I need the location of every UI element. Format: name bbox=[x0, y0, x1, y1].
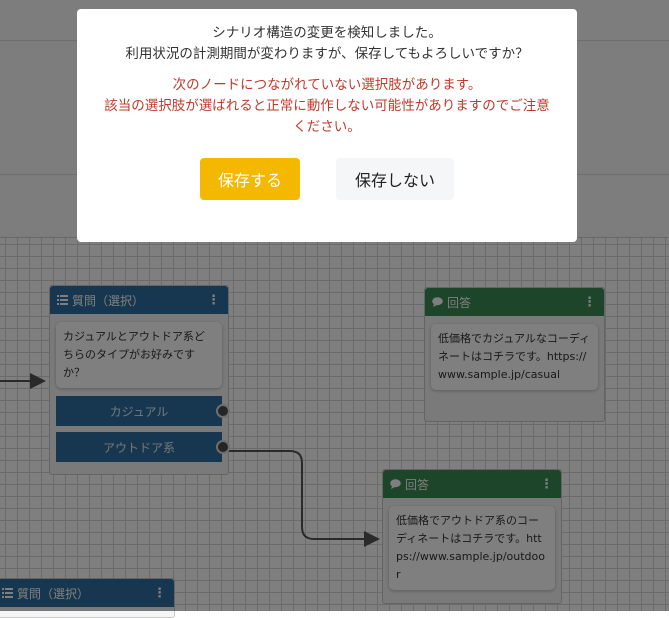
dont-save-button[interactable]: 保存しない bbox=[336, 158, 454, 200]
dialog-message-line: シナリオ構造の変更を検知しました。 bbox=[212, 25, 442, 41]
dialog-message-line: 利用状況の計測期間が変わりますが、保存してもよろしいですか？ bbox=[125, 46, 529, 62]
dialog-warning: 次のノードにつながれていない選択肢があります。 該当の選択肢が選ばれると正常に動… bbox=[77, 75, 577, 138]
dialog-warning-line: 該当の選択肢が選ばれると正常に動作しない可能性がありますのでご注意 bbox=[104, 98, 550, 114]
save-confirm-dialog: シナリオ構造の変更を検知しました。 利用状況の計測期間が変わりますが、保存しても… bbox=[77, 9, 577, 242]
dialog-warning-line: ください。 bbox=[293, 119, 361, 135]
dialog-buttons: 保存する 保存しない bbox=[77, 158, 577, 200]
dialog-message: シナリオ構造の変更を検知しました。 利用状況の計測期間が変わりますが、保存しても… bbox=[77, 23, 577, 65]
dialog-warning-line: 次のノードにつながれていない選択肢があります。 bbox=[172, 77, 482, 93]
save-button[interactable]: 保存する bbox=[200, 158, 300, 200]
